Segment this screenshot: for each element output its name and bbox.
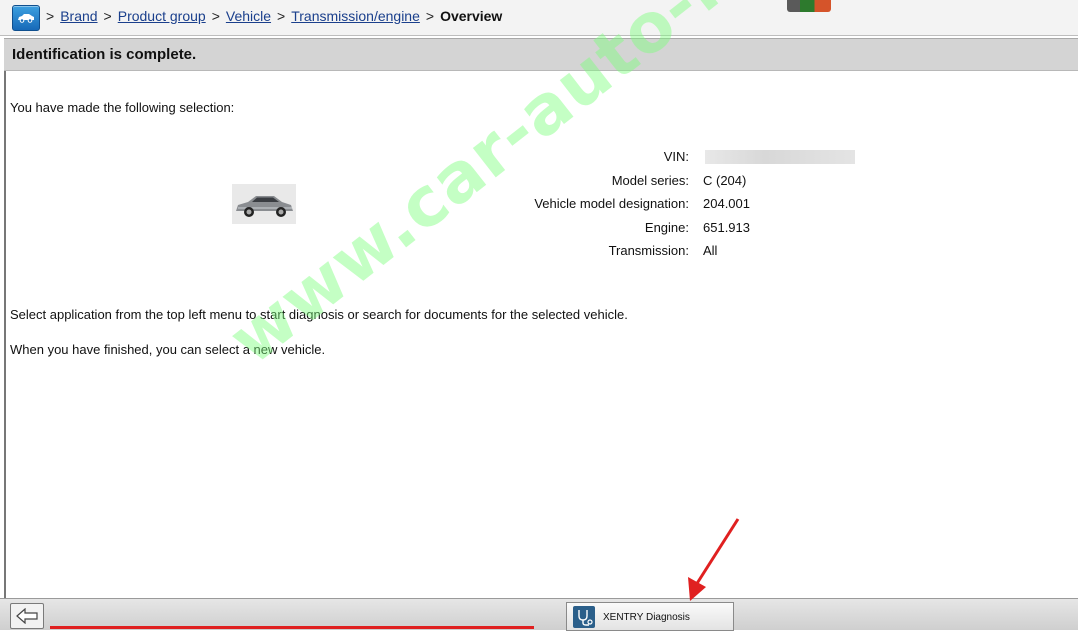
- breadcrumb-product-group[interactable]: Product group: [118, 8, 206, 24]
- selection-intro: You have made the following selection:: [10, 100, 235, 115]
- breadcrumb-current: Overview: [440, 8, 503, 24]
- instruction-text: Select application from the top left men…: [10, 307, 628, 322]
- finish-note: When you have finished, you can select a…: [10, 342, 326, 357]
- vin-label: VIN:: [663, 149, 689, 164]
- back-button[interactable]: [10, 603, 44, 629]
- breadcrumb: > Brand > Product group > Vehicle > Transmissio…: [46, 8, 502, 24]
- transmission-label: Transmission:: [608, 243, 689, 258]
- home-car-button[interactable]: [12, 5, 40, 31]
- breadcrumb-separator: >: [103, 8, 112, 24]
- section-header: Identification is complete.: [4, 38, 1078, 71]
- page-title: Identification is complete.: [12, 46, 197, 63]
- breadcrumb-separator: >: [425, 8, 435, 24]
- breadcrumb-separator: >: [46, 8, 55, 24]
- vin-redaction: [705, 150, 855, 164]
- annotation-arrow-icon: [688, 518, 740, 601]
- breadcrumb-separator: >: [211, 8, 220, 24]
- model-designation-label: Vehicle model designation:: [534, 196, 689, 211]
- breadcrumb-brand[interactable]: Brand: [60, 8, 97, 24]
- transmission-value: All: [703, 243, 718, 258]
- model-series-label: Model series:: [611, 173, 689, 188]
- engine-value: 651.913: [703, 220, 750, 235]
- breadcrumb-bar: > Brand > Product group > Vehicle > Transmissio…: [0, 0, 1078, 36]
- status-indicator: [787, 0, 831, 12]
- back-arrow-icon: [16, 608, 38, 624]
- breadcrumb-separator: >: [277, 8, 286, 24]
- breadcrumb-vehicle[interactable]: Vehicle: [226, 8, 271, 24]
- engine-label: Engine:: [644, 220, 689, 235]
- model-series-value: C (204): [703, 173, 747, 188]
- stethoscope-icon: [573, 606, 595, 628]
- car-icon: [18, 14, 34, 23]
- xentry-diagnosis-button[interactable]: XENTRY Diagnosis: [566, 602, 734, 631]
- breadcrumb-transmission-engine[interactable]: Transmission/engine: [291, 8, 420, 24]
- xentry-diagnosis-label: XENTRY Diagnosis: [603, 612, 690, 623]
- model-designation-value: 204.001: [703, 196, 750, 211]
